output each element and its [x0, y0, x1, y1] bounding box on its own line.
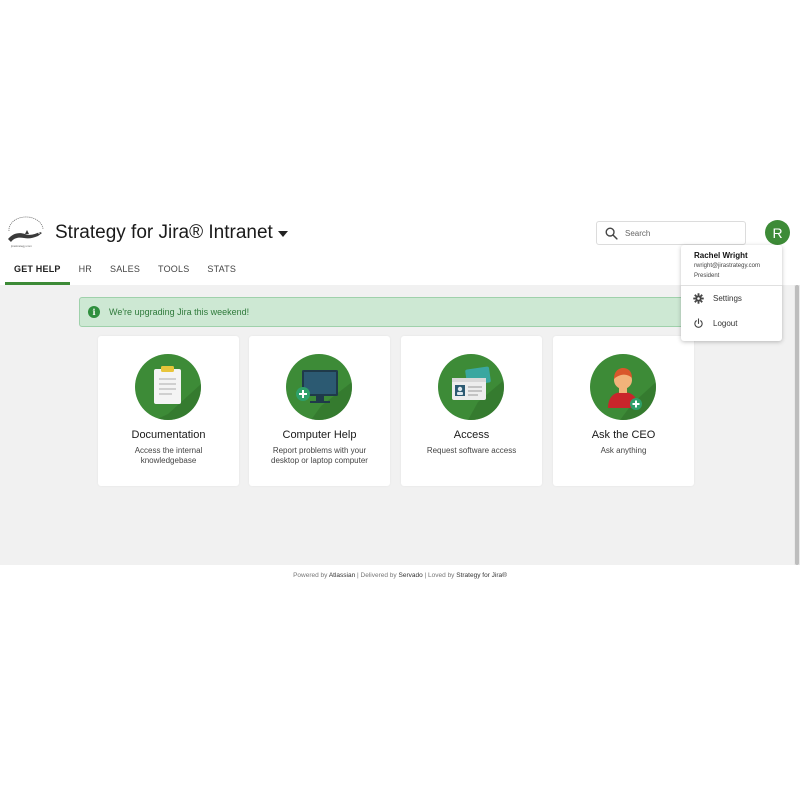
footer-delivered-prefix: Delivered by — [360, 572, 397, 579]
tab-get-help[interactable]: GET HELP — [5, 256, 70, 285]
card-access[interactable]: Access Request software access — [401, 336, 542, 486]
footer-separator: | — [424, 572, 427, 579]
menu-item-logout[interactable]: Logout — [681, 313, 782, 333]
caret-down-icon — [277, 231, 288, 237]
search-input[interactable] — [625, 228, 735, 238]
menu-item-label: Settings — [713, 293, 742, 303]
app-title-dropdown[interactable]: Strategy for Jira® Intranet — [55, 222, 288, 244]
power-icon — [694, 317, 703, 328]
user-email: rwright@jirastrategy.com — [694, 263, 760, 269]
menu-item-settings[interactable]: Settings — [681, 288, 782, 308]
footer: Powered by Atlassian | Delivered by Serv… — [0, 565, 800, 590]
card-title: Access — [453, 429, 490, 441]
footer-separator: | — [357, 572, 359, 579]
tab-tools[interactable]: TOOLS — [149, 256, 198, 285]
gear-icon — [693, 292, 704, 304]
footer-powered-prefix: Powered by — [293, 572, 328, 579]
intranet-app: jirastrategy.com Strategy for Jira® Intr… — [0, 210, 800, 590]
logo-text: jirastrategy.com — [11, 244, 32, 248]
app-title: Strategy for Jira® Intranet — [55, 222, 273, 243]
search-icon — [605, 227, 618, 240]
person-icon — [590, 354, 656, 420]
announcement-banner: i We're upgrading Jira this weekend! — [79, 297, 699, 327]
user-avatar[interactable]: R — [765, 220, 790, 245]
card-title: Documentation — [131, 429, 206, 441]
banner-text: We're upgrading Jira this weekend! — [109, 307, 250, 317]
footer-strategy-link[interactable]: Strategy for Jira® — [456, 572, 507, 579]
search-box[interactable] — [596, 221, 746, 245]
card-description: Report problems with your desktop or lap… — [271, 446, 368, 465]
card-computer-help[interactable]: Computer Help Report problems with your … — [249, 336, 390, 486]
footer-servado-link[interactable]: Servado — [399, 572, 423, 579]
strategy-logo[interactable]: jirastrategy.com — [5, 215, 47, 251]
clipboard-icon — [135, 354, 201, 420]
tab-sales[interactable]: SALES — [101, 256, 149, 285]
header: jirastrategy.com Strategy for Jira® Intr… — [0, 210, 800, 256]
menu-divider — [681, 285, 782, 286]
footer-loved-prefix: Loved by — [428, 572, 455, 579]
tab-hr[interactable]: HR — [70, 256, 101, 285]
menu-item-label: Logout — [713, 318, 738, 328]
card-title: Computer Help — [282, 429, 357, 441]
info-icon: i — [88, 306, 100, 318]
user-name: Rachel Wright — [694, 251, 748, 260]
card-ask-the-ceo[interactable]: Ask the CEO Ask anything — [553, 336, 694, 486]
page-scrollbar[interactable] — [794, 285, 800, 565]
card-description: Ask anything — [600, 446, 647, 455]
footer-atlassian-link[interactable]: Atlassian — [329, 572, 355, 579]
scrollbar-thumb[interactable] — [795, 285, 799, 565]
user-role: President — [694, 273, 720, 279]
computer-icon — [286, 354, 352, 420]
main-content: i We're upgrading Jira this weekend! Doc… — [0, 285, 800, 565]
tab-stats[interactable]: STATS — [198, 256, 245, 285]
card-description: Access the internal knowledgebase — [134, 446, 203, 465]
card-description: Request software access — [426, 446, 517, 455]
user-menu-dropdown: Rachel Wright rwright@jirastrategy.com P… — [681, 245, 782, 341]
nav-tabs: GET HELP HR SALES TOOLS STATS — [0, 256, 800, 285]
card-title: Ask the CEO — [591, 429, 656, 441]
id-card-icon — [438, 354, 504, 420]
card-documentation[interactable]: Documentation Access the internal knowle… — [98, 336, 239, 486]
